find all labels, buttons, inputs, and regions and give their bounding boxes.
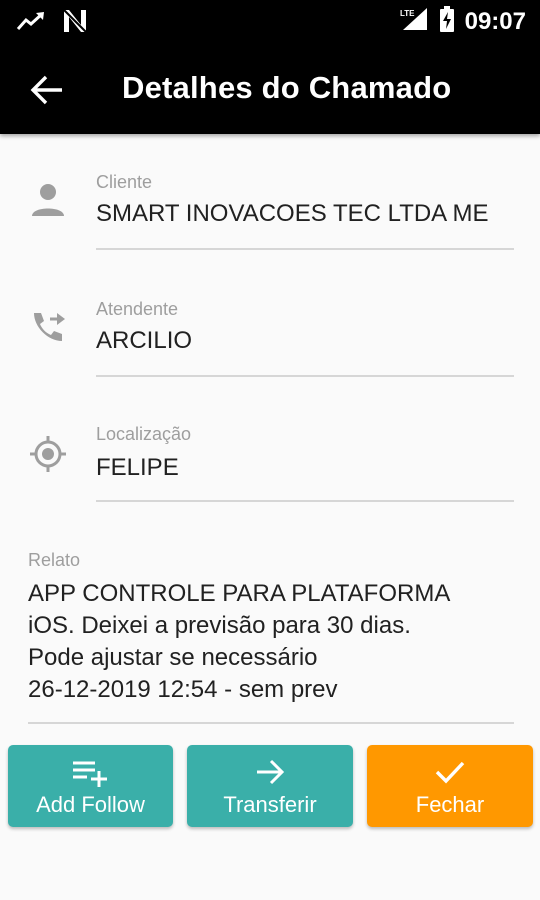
transferir-button[interactable]: Transferir bbox=[187, 745, 353, 827]
n-icon bbox=[62, 8, 88, 39]
arrow-back-icon bbox=[30, 75, 62, 105]
network-label: LTE bbox=[400, 9, 415, 18]
fechar-button[interactable]: Fechar bbox=[367, 745, 533, 827]
status-bar-right: LTE 09:07 bbox=[399, 6, 526, 37]
battery-icon bbox=[439, 6, 455, 37]
back-button[interactable] bbox=[26, 68, 70, 112]
signal-icon: LTE bbox=[399, 6, 429, 37]
atendente-underline bbox=[96, 375, 514, 377]
add-follow-button[interactable]: Add Follow bbox=[8, 745, 173, 827]
relato-label: Relato bbox=[28, 550, 81, 570]
check-icon bbox=[433, 757, 467, 792]
status-bar: LTE 09:07 bbox=[0, 0, 540, 42]
atendente-label: Atendente bbox=[96, 299, 179, 319]
arrow-forward-icon bbox=[253, 757, 287, 792]
cliente-label: Cliente bbox=[96, 172, 153, 192]
transferir-label: Transferir bbox=[223, 792, 317, 817]
relato-text[interactable]: APP CONTROLE PARA PLATAFORMA iOS. Deixei… bbox=[28, 578, 514, 706]
add-follow-label: Add Follow bbox=[36, 792, 145, 817]
trending-icon bbox=[16, 9, 46, 38]
app-bar: Detalhes do Chamado bbox=[0, 42, 540, 134]
cliente-value[interactable]: SMART INOVACOES TEC LTDA ME bbox=[96, 200, 489, 228]
page-title: Detalhes do Chamado bbox=[122, 70, 452, 105]
fechar-label: Fechar bbox=[415, 792, 485, 817]
status-bar-left bbox=[16, 8, 88, 39]
person-icon bbox=[28, 180, 68, 220]
localizacao-label: Localização bbox=[96, 424, 192, 444]
localizacao-value[interactable]: FELIPE bbox=[96, 454, 179, 482]
playlist-add-icon bbox=[71, 757, 111, 792]
status-time: 09:07 bbox=[464, 7, 526, 35]
atendente-value[interactable]: ARCILIO bbox=[96, 327, 192, 355]
phone-forward-icon bbox=[28, 307, 68, 347]
relato-underline bbox=[28, 722, 514, 724]
location-target-icon bbox=[28, 434, 68, 474]
localizacao-underline bbox=[96, 500, 514, 502]
cliente-underline bbox=[96, 248, 514, 250]
